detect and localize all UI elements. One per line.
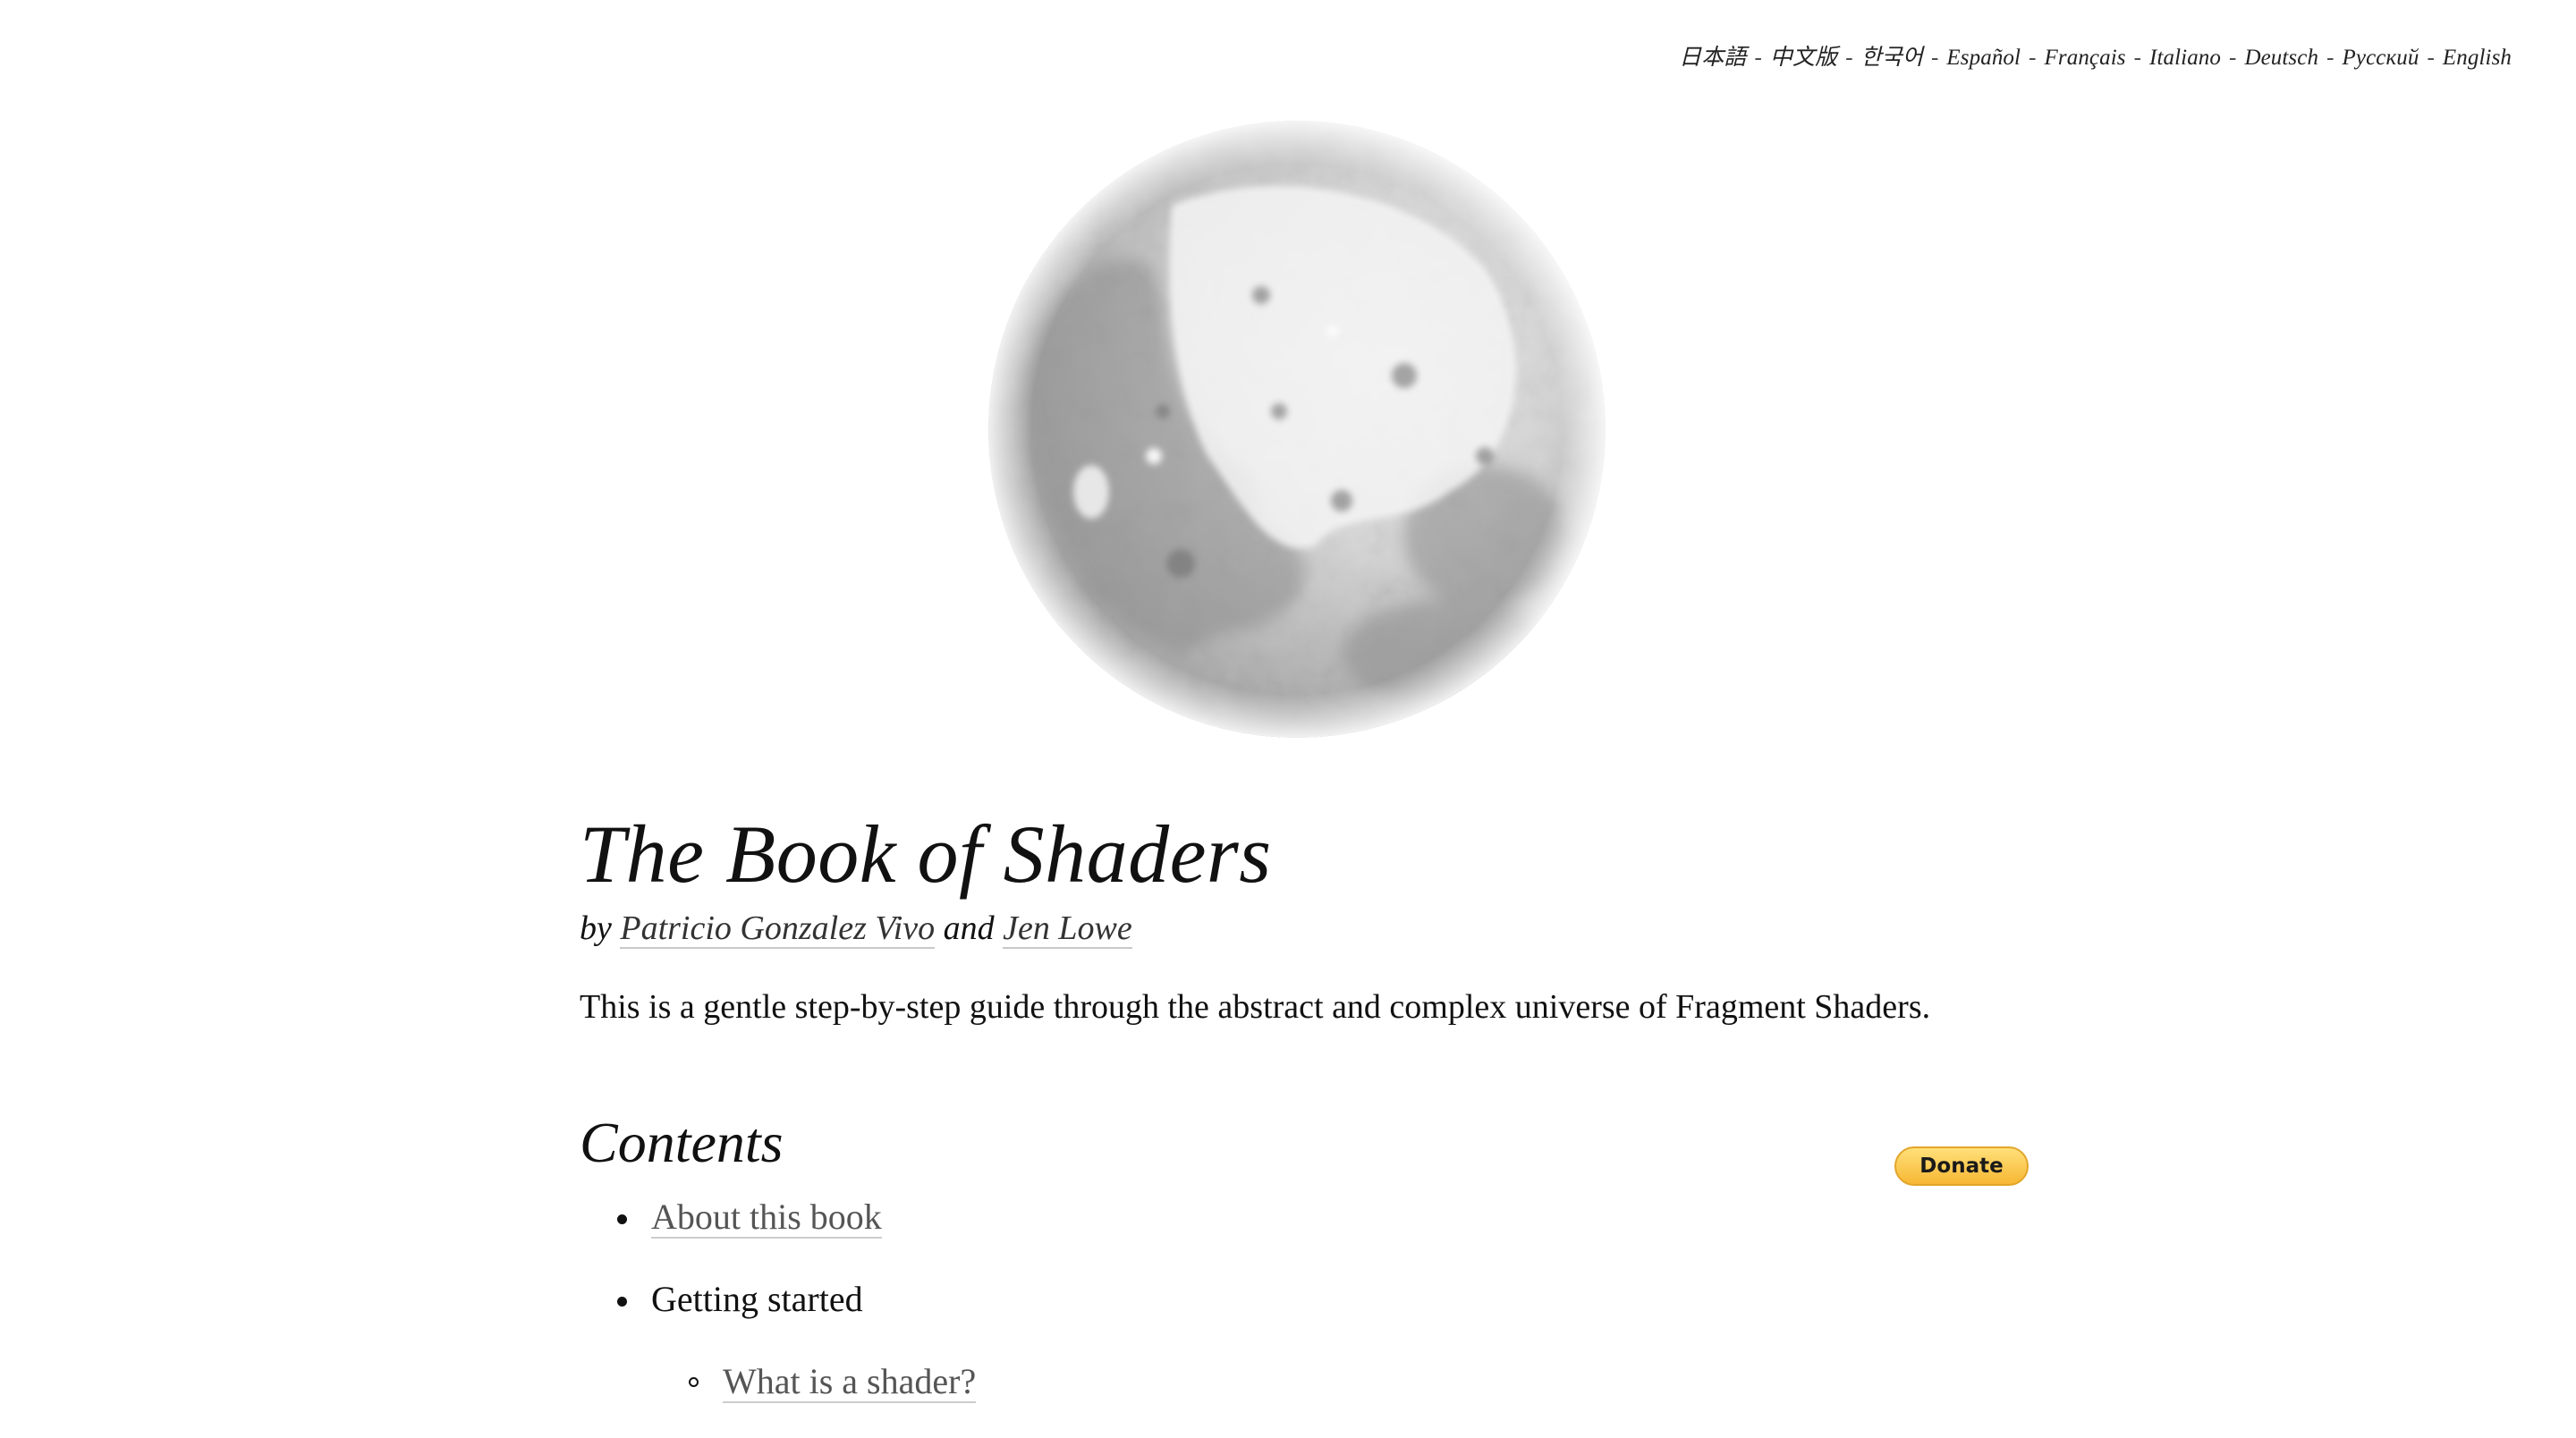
byline-prefix: by (580, 909, 612, 947)
language-separator: - (1754, 46, 1762, 70)
language-link-italian[interactable]: Italiano (2149, 46, 2221, 70)
language-separator: - (1845, 46, 1853, 70)
language-separator: - (2326, 46, 2334, 70)
byline-conjunction: and (943, 909, 995, 947)
language-link-chinese[interactable]: 中文版 (1770, 46, 1837, 70)
contents-heading: Contents (580, 1111, 784, 1174)
language-link-french[interactable]: Français (2045, 46, 2126, 70)
language-separator: - (2133, 46, 2142, 70)
toc-item: Getting started What is a shader? (580, 1273, 2029, 1408)
donate-button[interactable]: Donate (1894, 1146, 2029, 1186)
toc-subitem: What is a shader? (651, 1356, 2029, 1408)
table-of-contents: About this book Getting started What is … (580, 1191, 2029, 1408)
language-link-spanish[interactable]: Español (1946, 46, 2021, 70)
language-separator: - (2427, 46, 2435, 70)
language-link-english[interactable]: English (2443, 46, 2512, 70)
toc-link-about[interactable]: About this book (651, 1197, 882, 1239)
language-separator: - (2229, 46, 2237, 70)
language-selector: 日本語 - 中文版 - 한국어 - Español - Français - Italiano - De… (1679, 39, 2512, 72)
language-link-korean[interactable]: 한국어 (1861, 46, 1923, 70)
toc-item: About this book (580, 1191, 2029, 1243)
toc-link-what-is-a-shader[interactable]: What is a shader? (723, 1361, 977, 1403)
language-link-german[interactable]: Deutsch (2244, 46, 2318, 70)
language-link-japanese[interactable]: 日本語 (1679, 46, 1746, 70)
author-link-patricio[interactable]: Patricio Gonzalez Vivo (620, 909, 936, 949)
byline: by Patricio Gonzalez Vivo and Jen Lowe (580, 905, 2029, 952)
language-separator: - (1930, 46, 1939, 70)
toc-section-getting-started: Getting started (651, 1279, 863, 1319)
author-link-jen[interactable]: Jen Lowe (1003, 909, 1132, 949)
moon-image (984, 116, 1610, 742)
intro-text: This is a gentle step-by-step guide thro… (580, 988, 1931, 1026)
page-title: The Book of Shaders (580, 808, 1272, 900)
toc-sublist: What is a shader? (651, 1356, 2029, 1408)
language-separator: - (2029, 46, 2037, 70)
main-content: The Book of Shaders by Patricio Gonzalez… (580, 805, 2029, 1438)
language-link-russian[interactable]: Русский (2343, 46, 2419, 70)
